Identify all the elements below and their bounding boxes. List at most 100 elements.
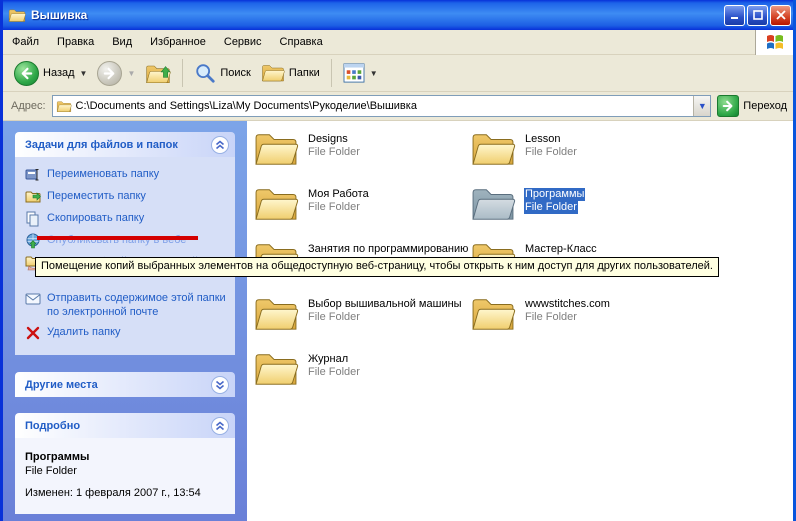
menu-help[interactable]: Справка xyxy=(271,32,332,52)
folder-type: File Folder xyxy=(524,311,578,324)
menu-bar: Файл Правка Вид Избранное Сервис Справка xyxy=(3,30,793,55)
tasks-panel-title: Задачи для файлов и папок xyxy=(25,139,211,151)
task-copy-folder[interactable]: Скопировать папку xyxy=(25,211,227,227)
folder-name: Журнал xyxy=(307,353,349,366)
forward-dropdown[interactable]: ▼ xyxy=(127,69,135,78)
menu-edit[interactable]: Правка xyxy=(48,32,103,52)
details-header[interactable]: Подробно xyxy=(15,413,235,438)
folder-icon xyxy=(470,130,516,168)
task-pane: Задачи для файлов и папок Переименовать … xyxy=(3,121,247,521)
expand-button[interactable] xyxy=(211,376,229,394)
up-button[interactable] xyxy=(140,58,176,88)
menu-file[interactable]: Файл xyxy=(3,32,48,52)
close-icon xyxy=(776,10,786,20)
folders-label: Папки xyxy=(289,67,320,79)
menu-view[interactable]: Вид xyxy=(103,32,141,52)
views-dropdown[interactable]: ▼ xyxy=(370,69,378,78)
rename-icon xyxy=(25,167,41,183)
move-icon xyxy=(25,189,41,205)
folder-name: Мастер-Класс xyxy=(524,243,598,256)
folder-tile-lesson[interactable]: LessonFile Folder xyxy=(470,130,687,185)
folder-name: Designs xyxy=(307,133,349,146)
copy-icon xyxy=(25,211,41,227)
task-email-folder[interactable]: Отправить содержимое этой папки по элект… xyxy=(25,291,227,319)
folder-name: Lesson xyxy=(524,133,561,146)
folder-name: Занятия по программированию xyxy=(307,243,469,256)
folder-type: File Folder xyxy=(307,311,361,324)
delete-icon xyxy=(25,325,41,341)
tasks-panel-body: Переименовать папку Переместить папку xyxy=(15,157,235,355)
folder-tile-zhurnal[interactable]: ЖурналFile Folder xyxy=(253,350,470,405)
search-label: Поиск xyxy=(220,67,250,79)
close-button[interactable] xyxy=(770,5,791,26)
task-label: Удалить папку xyxy=(47,325,121,339)
file-list-area: DesignsFile Folder LessonFile Folder Моя… xyxy=(247,121,793,521)
folder-tile-moya-rabota[interactable]: Моя РаботаFile Folder xyxy=(253,185,470,240)
chevron-up-icon xyxy=(215,140,225,150)
back-button[interactable]: Назад ▼ xyxy=(9,58,92,89)
folder-tile-programmy-selected[interactable]: ПрограммыFile Folder xyxy=(470,185,687,240)
address-input[interactable]: C:\Documents and Settings\Liza\My Docume… xyxy=(52,95,712,117)
collapse-button[interactable] xyxy=(211,136,229,154)
toolbar-separator xyxy=(182,59,183,87)
views-button[interactable]: ▼ xyxy=(338,60,383,86)
menu-tools[interactable]: Сервис xyxy=(215,32,271,52)
folder-name: wwwstitches.com xyxy=(524,298,611,311)
back-icon xyxy=(14,61,39,86)
folder-tile-vybor-mashiny[interactable]: Выбор вышивальной машиныFile Folder xyxy=(253,295,470,350)
chevron-down-icon xyxy=(215,380,225,390)
task-delete-folder[interactable]: Удалить папку xyxy=(25,325,227,341)
folder-icon xyxy=(470,295,516,333)
address-path[interactable]: C:\Documents and Settings\Liza\My Docume… xyxy=(76,100,694,112)
windows-logo xyxy=(755,30,793,55)
forward-icon xyxy=(97,61,122,86)
views-icon xyxy=(343,63,365,83)
maximize-button[interactable] xyxy=(747,5,768,26)
email-icon xyxy=(25,291,41,307)
menu-favorites[interactable]: Избранное xyxy=(141,32,215,52)
task-label: Скопировать папку xyxy=(47,211,144,225)
folder-tile-wwwstitches[interactable]: wwwstitches.comFile Folder xyxy=(470,295,687,350)
details-title: Подробно xyxy=(25,420,211,432)
forward-button[interactable]: ▼ xyxy=(92,58,140,89)
other-places-title: Другие места xyxy=(25,379,211,391)
tasks-panel-header[interactable]: Задачи для файлов и папок xyxy=(15,132,235,157)
address-label: Адрес: xyxy=(11,100,46,112)
title-bar[interactable]: Вышивка xyxy=(0,0,796,30)
explorer-window: Вышивка Файл Правка Вид Избранное Сервис… xyxy=(0,0,796,521)
chevron-up-icon xyxy=(215,421,225,431)
other-places-header[interactable]: Другие места xyxy=(15,372,235,397)
annotation-red-underline xyxy=(37,236,198,240)
details-body: Программы File Folder Изменен: 1 февраля… xyxy=(15,438,235,514)
folder-name: Моя Работа xyxy=(307,188,370,201)
folder-icon-selected xyxy=(470,185,516,223)
folder-type: File Folder xyxy=(524,146,578,159)
collapse-button[interactable] xyxy=(211,417,229,435)
task-label: Переместить папку xyxy=(47,189,146,203)
details-item-modified: Изменен: 1 февраля 2007 г., 13:54 xyxy=(25,486,225,500)
up-folder-icon xyxy=(145,61,171,85)
back-dropdown[interactable]: ▼ xyxy=(80,69,88,78)
folder-tile-designs[interactable]: DesignsFile Folder xyxy=(253,130,470,185)
go-arrow-icon xyxy=(722,100,734,112)
address-bar: Адрес: C:\Documents and Settings\Liza\My… xyxy=(3,92,793,121)
folder-icon xyxy=(253,350,299,388)
minimize-icon xyxy=(730,10,740,20)
task-rename-folder[interactable]: Переименовать папку xyxy=(25,167,227,183)
go-button[interactable] xyxy=(717,95,739,117)
details-item-name: Программы xyxy=(25,450,225,464)
tooltip: Помещение копий выбранных элементов на о… xyxy=(35,257,719,277)
folder-type: File Folder xyxy=(524,201,578,214)
other-places-panel: Другие места xyxy=(15,372,235,397)
folder-icon xyxy=(253,185,299,223)
address-dropdown[interactable]: ▼ xyxy=(693,96,710,116)
details-item-type: File Folder xyxy=(25,464,225,478)
folder-icon xyxy=(253,295,299,333)
minimize-button[interactable] xyxy=(724,5,745,26)
window-title: Вышивка xyxy=(31,8,722,22)
search-button[interactable]: Поиск xyxy=(189,59,255,87)
content-area: Задачи для файлов и папок Переименовать … xyxy=(0,121,796,521)
folder-type: File Folder xyxy=(307,146,361,159)
task-move-folder[interactable]: Переместить папку xyxy=(25,189,227,205)
folders-button[interactable]: Папки xyxy=(256,59,325,87)
